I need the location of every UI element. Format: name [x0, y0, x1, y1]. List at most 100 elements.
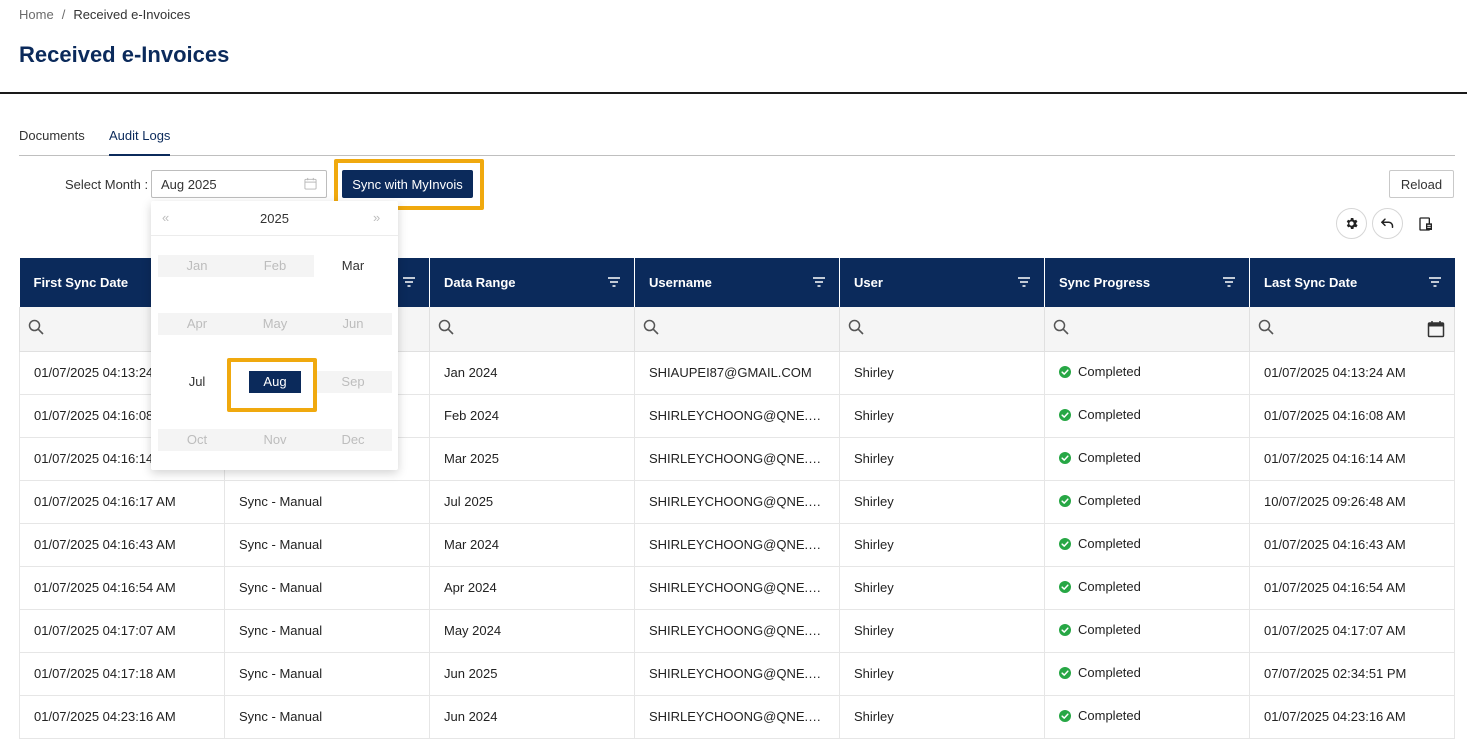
filter-icon[interactable] [1018, 277, 1030, 287]
table-cell: Jul 2025 [429, 480, 635, 524]
column-header[interactable]: Sync Progress [1044, 258, 1250, 307]
table-row[interactable]: 01/07/2025 04:16:54 AM Sync - Manual Apr 2… [19, 566, 1455, 610]
page-title: Received e-Invoices [19, 42, 230, 67]
column-header[interactable]: Data Range [429, 258, 635, 307]
table-cell: Completed [1044, 652, 1250, 696]
table-cell: Sync - Manual [224, 566, 430, 610]
month-cell-jun: Jun [314, 313, 392, 335]
table-cell: Jun 2024 [429, 695, 635, 739]
table-row[interactable]: 01/07/2025 04:17:18 AM Sync - Manual Jun 2… [19, 652, 1455, 696]
status-badge: Completed [1059, 364, 1141, 379]
month-cell-apr: Apr [158, 313, 236, 335]
status-text: Completed [1078, 665, 1141, 681]
table-cell: SHIAUPEI87@GMAIL.COM [634, 351, 840, 395]
table-cell: Jun 2025 [429, 652, 635, 696]
filter-icon[interactable] [1428, 277, 1441, 287]
table-cell: SHIRLEYCHOONG@QNE.COM... [634, 480, 840, 524]
month-cell-mar[interactable]: Mar [314, 255, 392, 277]
table-cell: 01/07/2025 04:17:18 AM [19, 652, 225, 696]
check-circle-icon [1059, 408, 1071, 421]
search-icon [438, 320, 454, 335]
filter-icon[interactable] [1223, 277, 1235, 287]
table-row[interactable]: 01/07/2025 04:17:07 AM Sync - Manual May 2… [19, 609, 1455, 653]
table-cell: 01/07/2025 04:16:54 AM [1249, 566, 1455, 610]
table-cell: Sync - Manual [224, 523, 430, 567]
sync-with-myinvois-button[interactable]: Sync with MyInvois [342, 170, 473, 198]
status-text: Completed [1078, 622, 1141, 638]
table-cell: SHIRLEYCHOONG@QNE.COM... [634, 652, 840, 696]
picker-year[interactable]: 2025 [151, 211, 398, 226]
breadcrumb-separator: / [61, 7, 66, 22]
breadcrumb-home[interactable]: Home [19, 7, 54, 22]
calendar-icon[interactable] [1427, 320, 1445, 338]
status-text: Completed [1078, 450, 1141, 466]
table-cell: 01/07/2025 04:16:43 AM [19, 523, 225, 567]
table-cell: 07/07/2025 02:34:51 PM [1249, 652, 1455, 696]
column-header[interactable]: User [839, 258, 1045, 307]
table-cell: SHIRLEYCHOONG@QNE.COM... [634, 394, 840, 438]
search-icon [28, 320, 44, 335]
month-cell-may: May [236, 313, 314, 335]
table-cell: Completed [1044, 609, 1250, 653]
table-row[interactable]: 01/07/2025 04:16:17 AM Sync - Manual Jul 2… [19, 480, 1455, 524]
table-cell: Completed [1044, 394, 1250, 438]
table-cell: Completed [1044, 566, 1250, 610]
month-cell-nov: Nov [236, 429, 314, 451]
table-cell: Apr 2024 [429, 566, 635, 610]
table-cell: Completed [1044, 523, 1250, 567]
tab-audit-logs[interactable]: Audit Logs [109, 128, 171, 156]
undo-button[interactable] [1372, 208, 1403, 239]
table-cell: 01/07/2025 04:16:14 AM [1249, 437, 1455, 481]
column-header[interactable]: Last Sync Date [1249, 258, 1455, 307]
next-year-button[interactable]: » [373, 210, 380, 225]
table-cell: 01/07/2025 04:23:16 AM [19, 695, 225, 739]
table-row[interactable]: 01/07/2025 04:16:43 AM Sync - Manual Mar 2… [19, 523, 1455, 567]
status-badge: Completed [1059, 708, 1141, 723]
table-row[interactable]: 01/07/2025 04:23:16 AM Sync - Manual Jun 2… [19, 695, 1455, 739]
month-input[interactable] [151, 170, 327, 198]
filter-icon[interactable] [813, 277, 825, 287]
table-cell: SHIRLEYCHOONG@QNE.COM... [634, 523, 840, 567]
table-cell: SHIRLEYCHOONG@QNE.COM... [634, 437, 840, 481]
column-search-cell[interactable] [429, 307, 635, 352]
header-divider [0, 92, 1467, 94]
table-cell: 01/07/2025 04:16:17 AM [19, 480, 225, 524]
breadcrumb-current: Received e-Invoices [73, 7, 191, 22]
column-search-cell[interactable] [1249, 307, 1455, 352]
status-badge: Completed [1059, 407, 1141, 422]
table-cell: 01/07/2025 04:16:08 AM [1249, 394, 1455, 438]
reload-button[interactable]: Reload [1389, 170, 1454, 198]
column-search-cell[interactable] [634, 307, 840, 352]
gear-icon [1346, 218, 1358, 229]
month-cell-jul[interactable]: Jul [158, 371, 236, 393]
status-badge: Completed [1059, 665, 1141, 680]
filter-icon[interactable] [403, 277, 415, 287]
month-cell-dec: Dec [314, 429, 392, 451]
tab-documents[interactable]: Documents [19, 128, 85, 156]
table-cell: Sync - Manual [224, 480, 430, 524]
export-button[interactable] [1410, 208, 1441, 239]
table-cell: Shirley [839, 652, 1045, 696]
search-icon [1258, 320, 1274, 335]
settings-button[interactable] [1336, 208, 1367, 239]
table-cell: Shirley [839, 695, 1045, 739]
table-cell: Shirley [839, 523, 1045, 567]
calendar-icon[interactable] [304, 177, 317, 190]
table-cell: Shirley [839, 351, 1045, 395]
table-cell: May 2024 [429, 609, 635, 653]
search-icon [1053, 320, 1069, 335]
table-cell: Shirley [839, 480, 1045, 524]
month-cell-jan: Jan [158, 255, 236, 277]
status-text: Completed [1078, 493, 1141, 509]
month-picker: « 2025 » Jan Feb Mar Apr May Jun Jul Aug Sep Oct N… [151, 201, 398, 470]
select-month-label: Select Month : [65, 177, 149, 192]
table-cell: Shirley [839, 566, 1045, 610]
column-header[interactable]: Username [634, 258, 840, 307]
column-search-cell[interactable] [1044, 307, 1250, 352]
check-circle-icon [1059, 623, 1071, 636]
status-badge: Completed [1059, 536, 1141, 551]
table-cell: 01/07/2025 04:13:24 AM [1249, 351, 1455, 395]
filter-icon[interactable] [608, 277, 620, 287]
column-search-cell[interactable] [839, 307, 1045, 352]
check-circle-icon [1059, 666, 1071, 679]
